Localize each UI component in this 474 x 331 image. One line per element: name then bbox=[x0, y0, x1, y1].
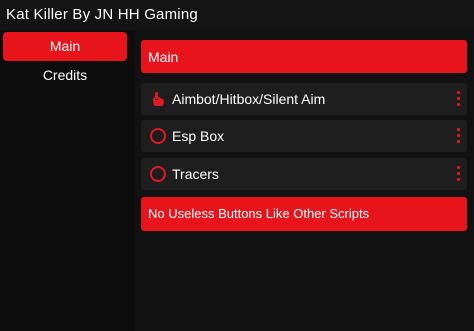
hand-pointer-icon bbox=[150, 91, 166, 107]
footer-button-label: No Useless Buttons Like Other Scripts bbox=[148, 206, 370, 221]
option-label: Tracers bbox=[172, 166, 219, 182]
circle-outline-icon bbox=[150, 166, 166, 182]
title-bar[interactable]: Kat Killer By JN HH Gaming bbox=[0, 0, 474, 30]
no-useless-buttons-button[interactable]: No Useless Buttons Like Other Scripts bbox=[141, 197, 467, 231]
sidebar-item-credits[interactable]: Credits bbox=[3, 61, 127, 90]
main-panel: Main Aimbot/Hitbox/Silent Aim Esp Box Tr… bbox=[135, 30, 474, 331]
option-tracers-row[interactable]: Tracers bbox=[141, 158, 467, 190]
more-options-icon[interactable] bbox=[457, 91, 461, 107]
more-options-icon[interactable] bbox=[457, 128, 461, 144]
sidebar: Main Credits bbox=[0, 30, 135, 331]
sidebar-item-main[interactable]: Main bbox=[3, 32, 127, 61]
option-esp-box-row[interactable]: Esp Box bbox=[141, 120, 467, 152]
circle-outline-icon bbox=[150, 128, 166, 144]
more-options-icon[interactable] bbox=[457, 166, 461, 182]
window-title: Kat Killer By JN HH Gaming bbox=[6, 6, 198, 23]
option-aimbot-row[interactable]: Aimbot/Hitbox/Silent Aim bbox=[141, 83, 467, 115]
option-label: Aimbot/Hitbox/Silent Aim bbox=[172, 91, 326, 107]
option-label: Esp Box bbox=[172, 128, 225, 144]
section-title: Main bbox=[148, 49, 179, 65]
section-header: Main bbox=[141, 40, 467, 73]
